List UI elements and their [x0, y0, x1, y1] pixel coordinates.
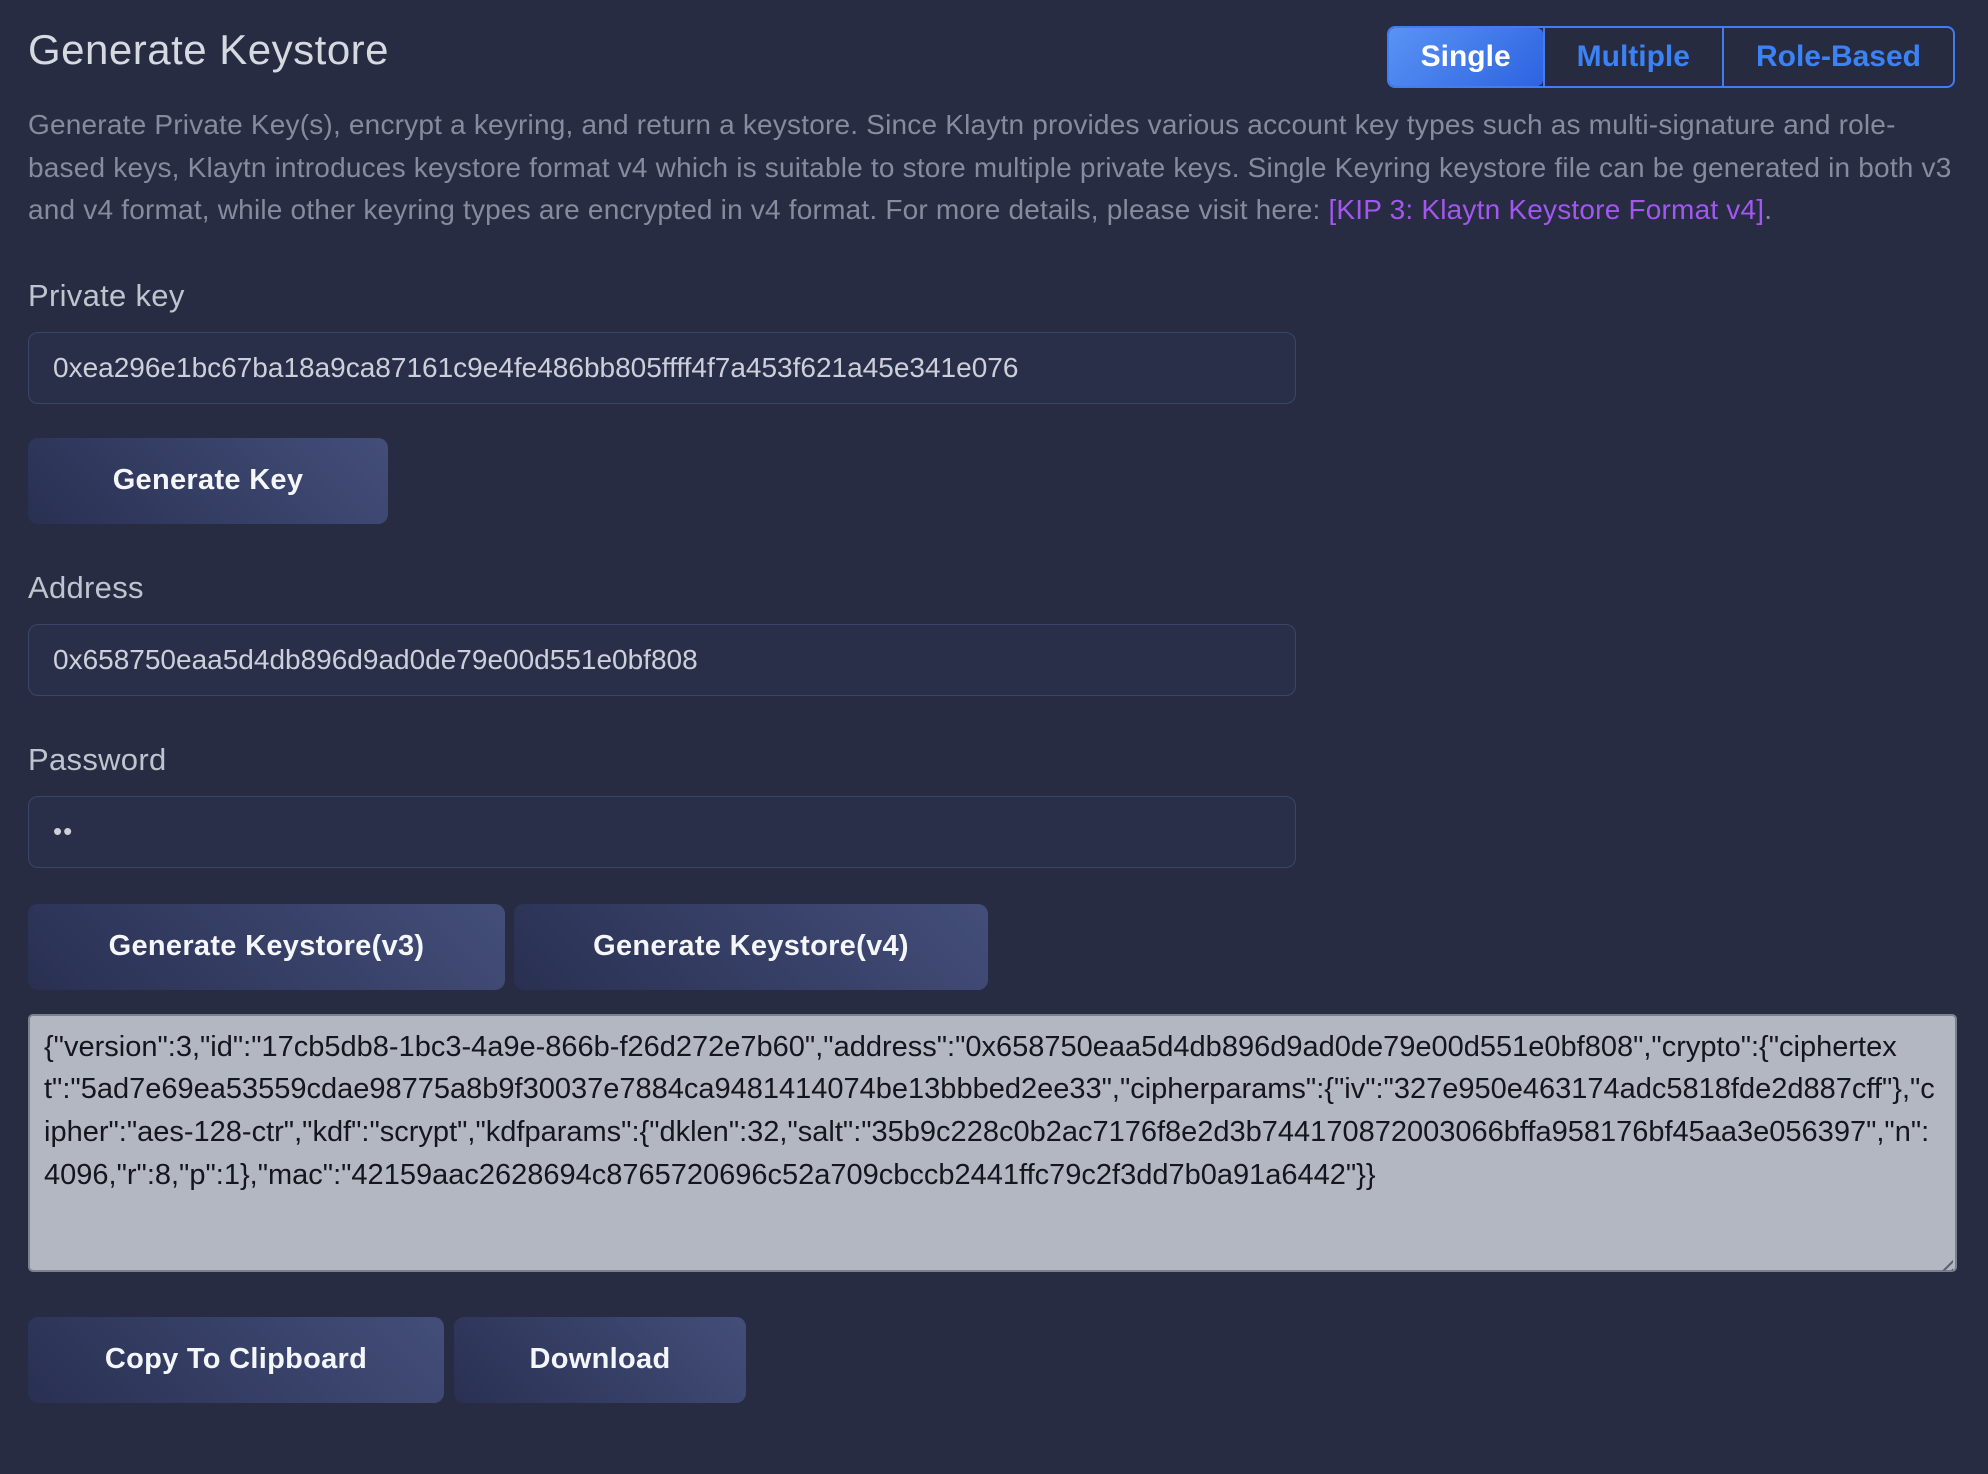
- keystore-output-textarea[interactable]: {"version":3,"id":"17cb5db8-1bc3-4a9e-86…: [28, 1014, 1957, 1272]
- private-key-label: Private key: [28, 278, 1955, 314]
- download-button[interactable]: Download: [454, 1317, 746, 1403]
- kip3-link[interactable]: [KIP 3: Klaytn Keystore Format v4]: [1328, 194, 1764, 225]
- password-label: Password: [28, 742, 1955, 778]
- copy-to-clipboard-button[interactable]: Copy To Clipboard: [28, 1317, 444, 1403]
- tab-role-based[interactable]: Role-Based: [1722, 28, 1953, 86]
- keyring-type-tab-group: Single Multiple Role-Based: [1387, 26, 1955, 88]
- private-key-input[interactable]: [28, 332, 1296, 404]
- password-input[interactable]: [28, 796, 1296, 868]
- generate-keystore-v4-button[interactable]: Generate Keystore(v4): [514, 904, 988, 990]
- page-description: Generate Private Key(s), encrypt a keyri…: [28, 104, 1955, 232]
- generate-key-button[interactable]: Generate Key: [28, 438, 388, 524]
- description-text-end: .: [1764, 194, 1772, 225]
- generate-keystore-button-row: Generate Keystore(v3) Generate Keystore(…: [28, 904, 1955, 990]
- tab-single[interactable]: Single: [1389, 28, 1543, 86]
- address-input[interactable]: [28, 624, 1296, 696]
- tab-multiple[interactable]: Multiple: [1543, 28, 1722, 86]
- generate-keystore-v3-button[interactable]: Generate Keystore(v3): [28, 904, 505, 990]
- keystore-output-container: {"version":3,"id":"17cb5db8-1bc3-4a9e-86…: [28, 1014, 1957, 1277]
- address-label: Address: [28, 570, 1955, 606]
- output-actions-row: Copy To Clipboard Download: [28, 1317, 1955, 1403]
